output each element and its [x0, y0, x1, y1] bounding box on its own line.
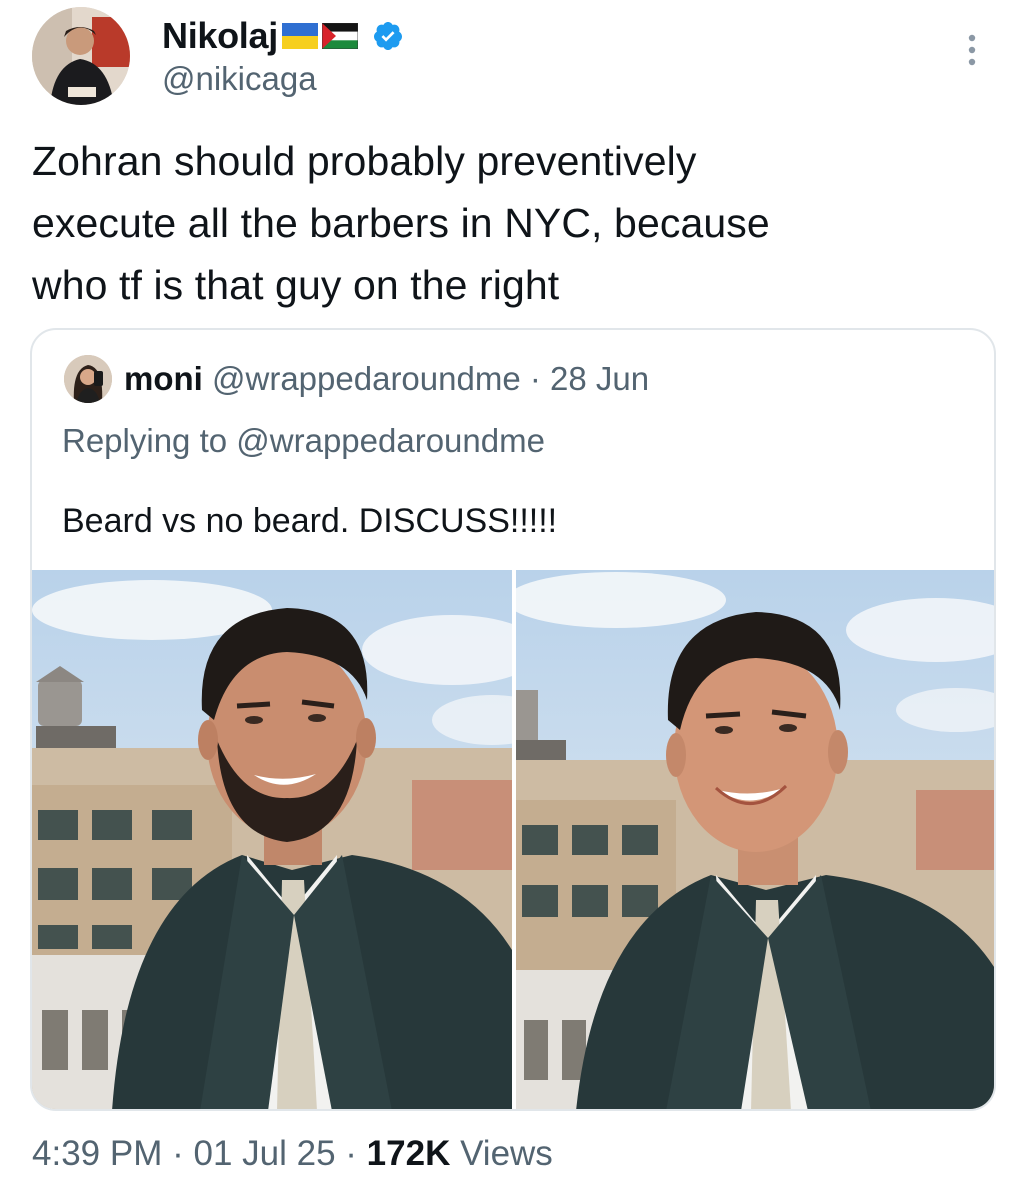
quote-replying-to: Replying to @wrappedaroundme [62, 422, 545, 460]
ukraine-flag-icon [281, 23, 318, 49]
quote-header: moni @wrappedaroundme · 28 Jun [124, 360, 649, 398]
author-avatar[interactable] [32, 7, 130, 105]
tweet-meta: 4:39 PM · 01 Jul 25 · 172K Views [32, 1134, 553, 1174]
replying-handle-link[interactable]: @wrappedaroundme [236, 422, 545, 459]
verified-badge-icon [372, 20, 404, 52]
quote-photo-beard[interactable] [32, 570, 512, 1109]
tweet-text-line: execute all the barbers in NYC, because [32, 200, 770, 246]
tweet-text: Zohran should probably preventively exec… [32, 130, 982, 316]
views-count[interactable]: 172K [367, 1134, 451, 1173]
more-options-icon[interactable] [960, 32, 984, 68]
author-display-name[interactable]: Nikolaj [162, 15, 278, 57]
quote-author-name[interactable]: moni [124, 360, 203, 397]
tweet-date[interactable]: 01 Jul 25 [193, 1134, 335, 1173]
tweet-time[interactable]: 4:39 PM [32, 1134, 162, 1173]
meta-separator: · [172, 1134, 184, 1173]
quoted-tweet[interactable]: moni @wrappedaroundme · 28 Jun Replying … [30, 328, 996, 1111]
meta-separator: · [345, 1134, 357, 1173]
author-name-row: Nikolaj [162, 14, 404, 58]
quote-separator: · [529, 360, 541, 397]
tweet-text-line: Zohran should probably preventively [32, 138, 697, 184]
quote-author-handle[interactable]: @wrappedaroundme [212, 360, 521, 397]
quote-author-avatar[interactable] [64, 355, 112, 403]
quote-date[interactable]: 28 Jun [550, 360, 649, 397]
replying-prefix: Replying to [62, 422, 228, 459]
tweet-text-line: who tf is that guy on the right [32, 262, 560, 308]
views-label[interactable]: Views [460, 1134, 553, 1173]
author-handle[interactable]: @nikicaga [162, 60, 317, 98]
quote-photo-no-beard[interactable] [516, 570, 994, 1109]
quote-text: Beard vs no beard. DISCUSS!!!!! [62, 502, 558, 540]
palestine-flag-icon [321, 23, 358, 49]
